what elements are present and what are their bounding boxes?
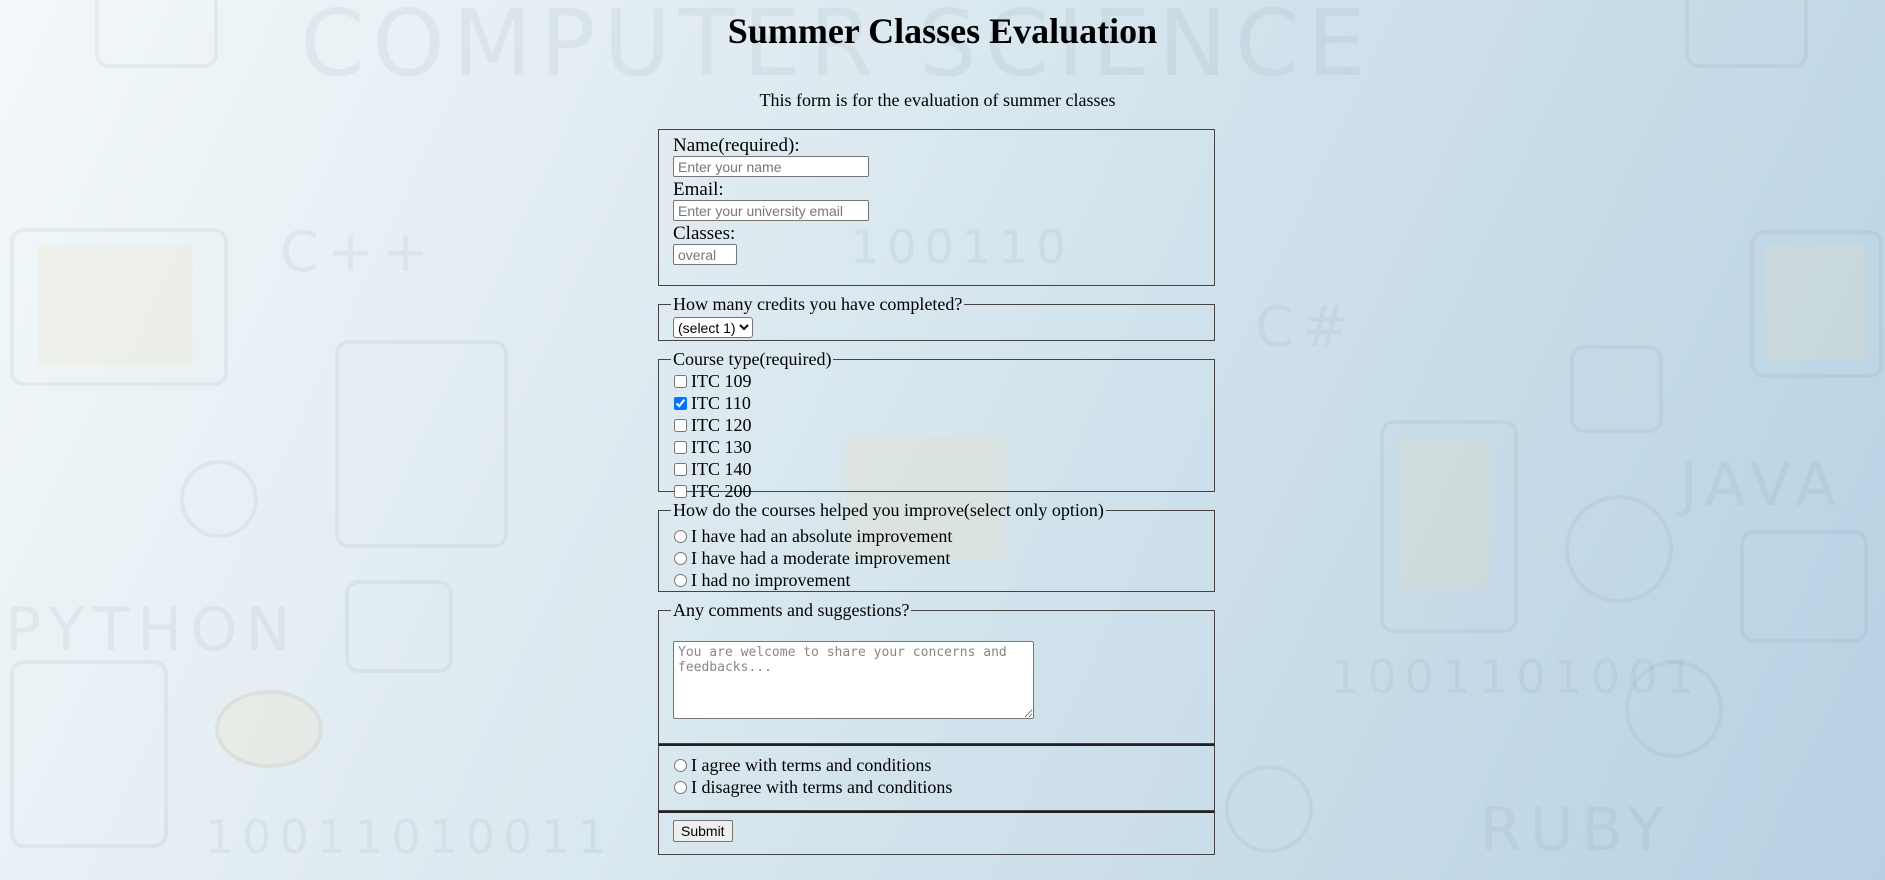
course-option: ITC 110 [673,392,1200,414]
bg-word: RUBY [1480,795,1673,865]
improvement-option: I had no improvement [673,569,1200,591]
submit-fieldset: Submit [658,811,1215,855]
bg-gear-shape [1225,765,1313,853]
terms-fieldset: I agree with terms and conditions I disa… [658,744,1215,811]
course-checkbox[interactable] [674,396,687,410]
bg-laptop-shape [335,340,508,548]
course-checkbox[interactable] [674,374,687,388]
bg-highlight [1765,245,1865,360]
improvement-option: I have had an absolute improvement [673,525,1200,547]
course-option: ITC 120 [673,414,1200,436]
bg-gear-shape [1625,660,1723,758]
bg-word: 10011010011 [205,810,615,864]
course-option: ITC 109 [673,370,1200,392]
course-checkbox[interactable] [674,484,687,498]
improvement-radio[interactable] [674,551,687,565]
improvement-radio[interactable] [674,573,687,587]
course-checkbox[interactable] [674,440,687,454]
bg-word: PYTHON [5,595,299,665]
bg-word: JAVA [1680,450,1845,520]
email-label: Email: [673,179,724,200]
bg-word: C++ [280,220,437,285]
terms-radio[interactable] [674,780,687,794]
improvement-fieldset: How do the courses helped you improve(se… [658,500,1215,592]
course-option: ITC 140 [673,458,1200,480]
improvement-option-label: I have had a moderate improvement [691,548,951,568]
bg-word: C# [1255,295,1358,360]
terms-option-label: I agree with terms and conditions [691,755,932,775]
improvement-option-label: I had no improvement [691,570,851,590]
comments-textarea[interactable] [673,641,1034,719]
improvement-option: I have had a moderate improvement [673,547,1200,569]
credits-legend: How many credits you have completed? [673,294,963,314]
course-type-fieldset: Course type(required) ITC 109 ITC 110 IT… [658,349,1215,501]
name-label: Name(required): [673,135,800,156]
bg-chat-shape [1570,345,1663,433]
bg-highlight [1400,440,1490,590]
improvement-option-label: I have had an absolute improvement [691,526,953,546]
credits-select[interactable]: (select 1) [673,317,753,338]
bg-bulb-shape [180,460,258,538]
course-option-label: ITC 120 [691,415,752,435]
page-title: Summer Classes Evaluation [727,11,1158,51]
bg-chat-shape [1740,530,1868,643]
course-legend: Course type(required) [673,349,832,369]
course-option-label: ITC 110 [691,393,751,413]
terms-option: I agree with terms and conditions [673,754,1200,776]
name-input[interactable] [673,156,869,177]
email-input[interactable] [673,200,869,221]
improvement-legend: How do the courses helped you improve(se… [673,500,1104,520]
classes-input[interactable] [673,244,737,265]
bg-board-shape [10,660,168,848]
terms-radio[interactable] [674,758,687,772]
comments-legend: Any comments and suggestions? [673,600,910,620]
classes-label: Classes: [673,223,736,244]
terms-option-label: I disagree with terms and conditions [691,777,953,797]
course-option-label: ITC 200 [691,481,752,501]
course-option-label: ITC 140 [691,459,752,479]
bg-highlight [38,245,193,365]
basic-info-fieldset: Name(required): Email: Classes: [658,129,1215,286]
course-option: ITC 200 [673,480,1200,502]
credits-fieldset: How many credits you have completed? (se… [658,294,1215,341]
bg-chat-shape [345,580,453,673]
course-checkbox[interactable] [674,462,687,476]
course-checkbox[interactable] [674,418,687,432]
improvement-radio[interactable] [674,529,687,543]
course-option-label: ITC 109 [691,371,752,391]
bg-cloud-shape [215,690,323,768]
evaluation-form: Name(required): Email: Classes: How many… [658,129,1215,863]
course-option: ITC 130 [673,436,1200,458]
comments-fieldset: Any comments and suggestions? [658,600,1215,744]
page-intro: This form is for the evaluation of summe… [759,90,1116,110]
course-option-label: ITC 130 [691,437,752,457]
terms-option: I disagree with terms and conditions [673,776,1200,798]
bg-play-shape [1565,495,1673,603]
submit-button[interactable]: Submit [673,820,733,842]
